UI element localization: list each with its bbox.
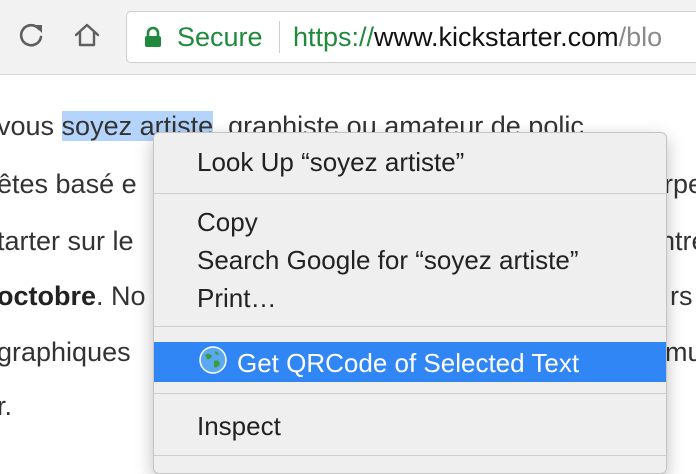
home-icon[interactable]: [70, 18, 104, 52]
text-segment: êtes basé e: [0, 169, 137, 199]
text-segment: rs: [670, 281, 693, 311]
article-line-right: mu: [665, 337, 696, 368]
menu-item-get-qrcode[interactable]: Get QRCode of Selected Text: [154, 342, 666, 382]
article-line-right: rs: [670, 281, 693, 312]
article-line: tarter sur le: [0, 226, 134, 257]
menu-item-search-google[interactable]: Search Google for “soyez artiste”: [154, 241, 666, 277]
secure-label: Secure: [177, 22, 263, 52]
address-bar[interactable]: Secure https://www.kickstarter.com/blo: [126, 11, 696, 63]
context-menu: Look Up “soyez artiste” Copy Search Goog…: [153, 132, 667, 474]
omnibox-divider: [279, 21, 280, 53]
menu-item-label: Search Google for “soyez artiste”: [197, 245, 579, 275]
lock-icon: [144, 26, 162, 53]
menu-separator: [154, 455, 666, 456]
reload-icon[interactable]: [14, 18, 48, 52]
menu-item-inspect[interactable]: Inspect: [154, 407, 666, 443]
text-segment: r.: [0, 391, 13, 421]
menu-separator: [154, 193, 666, 194]
article-line-right: rpe: [664, 169, 696, 200]
url-path: /blo: [618, 22, 663, 52]
text-segment: graphiques: [0, 337, 131, 367]
url-host: www.kickstarter.com: [374, 22, 619, 52]
menu-item-label: Copy: [197, 207, 258, 237]
url-scheme: https://: [293, 22, 375, 52]
article-line: r.: [0, 391, 12, 422]
browser-toolbar: Secure https://www.kickstarter.com/blo: [0, 0, 696, 75]
globe-icon: [198, 345, 228, 375]
menu-separator: [154, 326, 666, 327]
menu-item-label: Inspect: [197, 411, 281, 441]
menu-item-copy[interactable]: Copy: [154, 203, 666, 239]
article-line: êtes basé e: [0, 169, 137, 200]
menu-item-print[interactable]: Print…: [154, 279, 666, 315]
text-segment: rpe: [664, 169, 696, 199]
text-segment: . No: [96, 281, 146, 311]
menu-item-label: Get QRCode of Selected Text: [237, 348, 580, 378]
url-text[interactable]: https://www.kickstarter.com/blo: [293, 22, 662, 53]
menu-item-look-up[interactable]: Look Up “soyez artiste”: [154, 143, 666, 179]
menu-item-label: Print…: [197, 283, 277, 313]
bold-text: octobre: [0, 281, 97, 311]
text-segment: mu: [665, 337, 696, 367]
article-line: octobre. No: [0, 281, 146, 312]
text-segment: vous: [0, 111, 62, 141]
menu-item-label: Look Up “soyez artiste”: [197, 147, 465, 177]
text-segment: tarter sur le: [0, 226, 134, 256]
menu-separator: [154, 393, 666, 394]
article-line: graphiques: [0, 337, 131, 368]
